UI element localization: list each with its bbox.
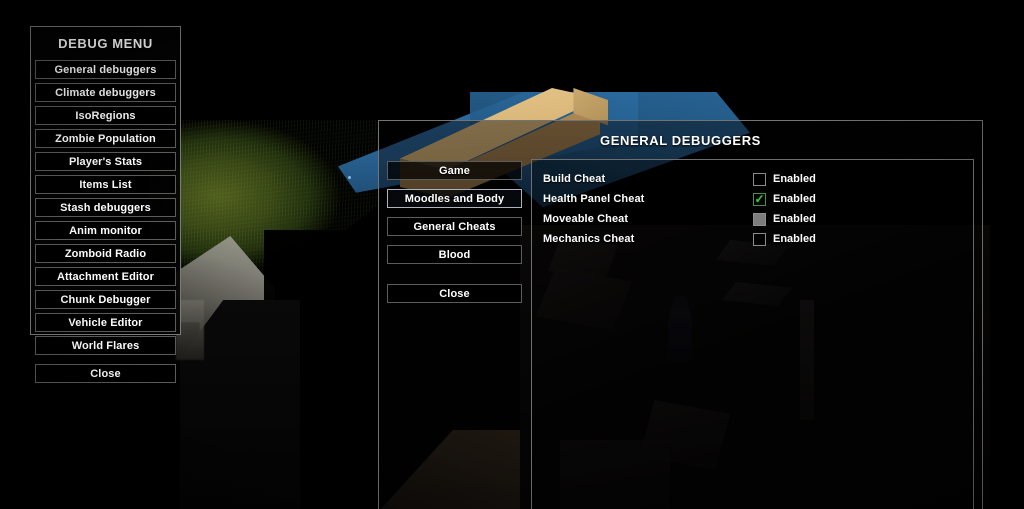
debug-menu-item-world-flares[interactable]: World Flares [35,336,176,355]
general-debuggers-body: Game Moodles and Body General Cheats Blo… [379,153,982,509]
light-speck [348,176,351,179]
checkbox-health-panel-cheat[interactable]: ✓ [753,191,766,206]
tab-moodles-and-body[interactable]: Moodles and Body [387,189,522,208]
checkbox-label-health-panel: Enabled [773,193,816,205]
checkbox-mechanics-cheat[interactable]: ✓ [753,232,766,246]
tab-game[interactable]: Game [387,161,522,180]
debug-menu-panel: DEBUG MENU General debuggers Climate deb… [30,26,181,383]
debug-menu-item-climate-debuggers[interactable]: Climate debuggers [35,83,176,102]
cheat-row: Build Cheat ✓ Enabled [532,169,973,189]
tab-list-spacer [387,273,522,284]
checkbox-moveable-cheat[interactable]: ✓ [753,212,766,226]
game-screen: DEBUG MENU General debuggers Climate deb… [0,0,1024,509]
cheat-toggle-mechanics[interactable]: ✓ Enabled [753,232,816,246]
checkbox-label-build: Enabled [773,173,816,185]
cheat-label-moveable: Moveable Cheat [543,213,629,225]
general-debuggers-close-button[interactable]: Close [387,284,522,303]
debug-menu-close-button[interactable]: Close [35,364,176,383]
debug-menu-title: DEBUG MENU [58,36,153,51]
cheat-toggle-build[interactable]: ✓ Enabled [753,172,816,186]
cheat-toggle-moveable[interactable]: ✓ Enabled [753,212,816,226]
cheat-toggle-health-panel[interactable]: ✓ Enabled [753,191,816,206]
cheat-label-health-panel: Health Panel Cheat [543,193,645,205]
debug-menu-button-list: General debuggers Climate debuggers IsoR… [31,60,180,383]
tab-general-cheats[interactable]: General Cheats [387,217,522,236]
tab-blood[interactable]: Blood [387,245,522,264]
general-debuggers-tab-list: Game Moodles and Body General Cheats Blo… [379,153,529,509]
debug-menu-item-zombie-population[interactable]: Zombie Population [35,129,176,148]
debug-menu-item-attachment-editor[interactable]: Attachment Editor [35,267,176,286]
debug-menu-item-players-stats[interactable]: Player's Stats [35,152,176,171]
cheat-options-panel: Build Cheat ✓ Enabled Health Panel Cheat… [531,159,974,509]
cheat-label-mechanics: Mechanics Cheat [543,233,635,245]
debug-menu-item-stash-debuggers[interactable]: Stash debuggers [35,198,176,217]
debug-menu-item-isoregions[interactable]: IsoRegions [35,106,176,125]
debug-menu-item-general-debuggers[interactable]: General debuggers [35,60,176,79]
debug-menu-item-zomboid-radio[interactable]: Zomboid Radio [35,244,176,263]
check-icon: ✓ [754,191,765,206]
checkbox-label-mechanics: Enabled [773,233,816,245]
checkbox-label-moveable: Enabled [773,213,816,225]
debug-menu-item-chunk-debugger[interactable]: Chunk Debugger [35,290,176,309]
cheat-row: Health Panel Cheat ✓ Enabled [532,189,973,209]
cheat-label-build: Build Cheat [543,173,606,185]
checkbox-build-cheat[interactable]: ✓ [753,172,766,186]
general-debuggers-window: GENERAL DEBUGGERS Game Moodles and Body … [378,120,983,509]
debug-menu-item-items-list[interactable]: Items List [35,175,176,194]
debug-menu-item-vehicle-editor[interactable]: Vehicle Editor [35,313,176,332]
debug-menu-item-anim-monitor[interactable]: Anim monitor [35,221,176,240]
cheat-row: Mechanics Cheat ✓ Enabled [532,229,973,249]
general-debuggers-title: GENERAL DEBUGGERS [600,133,761,148]
cheat-row: Moveable Cheat ✓ Enabled [532,209,973,229]
